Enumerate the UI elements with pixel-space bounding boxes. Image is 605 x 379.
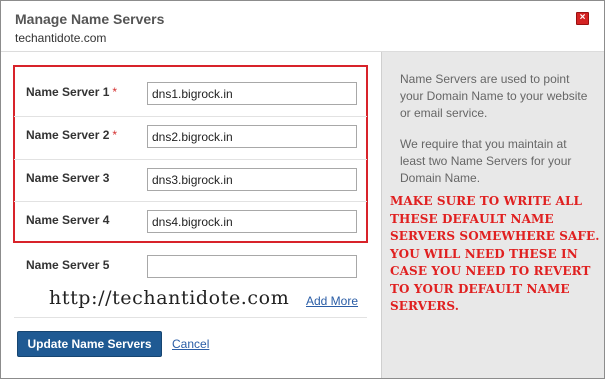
name-server-3-label: Name Server 3 [26,171,110,185]
dialog-header: Manage Name Servers techantidote.com × [1,1,604,52]
name-server-5-label: Name Server 5 [26,258,110,272]
row-divider [14,159,367,160]
manage-name-servers-dialog: Manage Name Servers techantidote.com × N… [0,0,605,379]
name-server-2-input[interactable] [147,125,357,148]
info-sidebar: Name Servers are used to point your Doma… [381,52,604,378]
cancel-link[interactable]: Cancel [172,337,209,351]
row-divider [14,201,367,202]
name-server-2-label: Name Server 2 * [26,128,118,142]
name-server-5-input[interactable] [147,255,357,278]
watermark-text: http://techantidote.com [49,287,290,309]
required-marker: * [112,85,118,99]
info-text-pointing: Name Servers are used to point your Doma… [400,72,588,120]
row-divider [14,116,367,117]
warning-annotation: MAKE SURE TO WRITE ALL THESE DEFAULT NAM… [390,194,600,313]
name-server-1-label: Name Server 1 * [26,85,118,99]
required-marker: * [112,128,118,142]
add-more-link[interactable]: Add More [306,294,358,308]
name-server-4-label: Name Server 4 [26,213,110,227]
info-text-requirement: We require that you maintain at least tw… [400,137,572,185]
update-name-servers-button[interactable]: Update Name Servers [17,331,162,357]
domain-name: techantidote.com [15,31,107,45]
name-server-4-input[interactable] [147,210,357,233]
close-icon[interactable]: × [576,12,589,25]
name-server-1-input[interactable] [147,82,357,105]
dialog-title: Manage Name Servers [15,11,165,27]
footer-divider [14,317,367,318]
name-server-3-input[interactable] [147,168,357,191]
